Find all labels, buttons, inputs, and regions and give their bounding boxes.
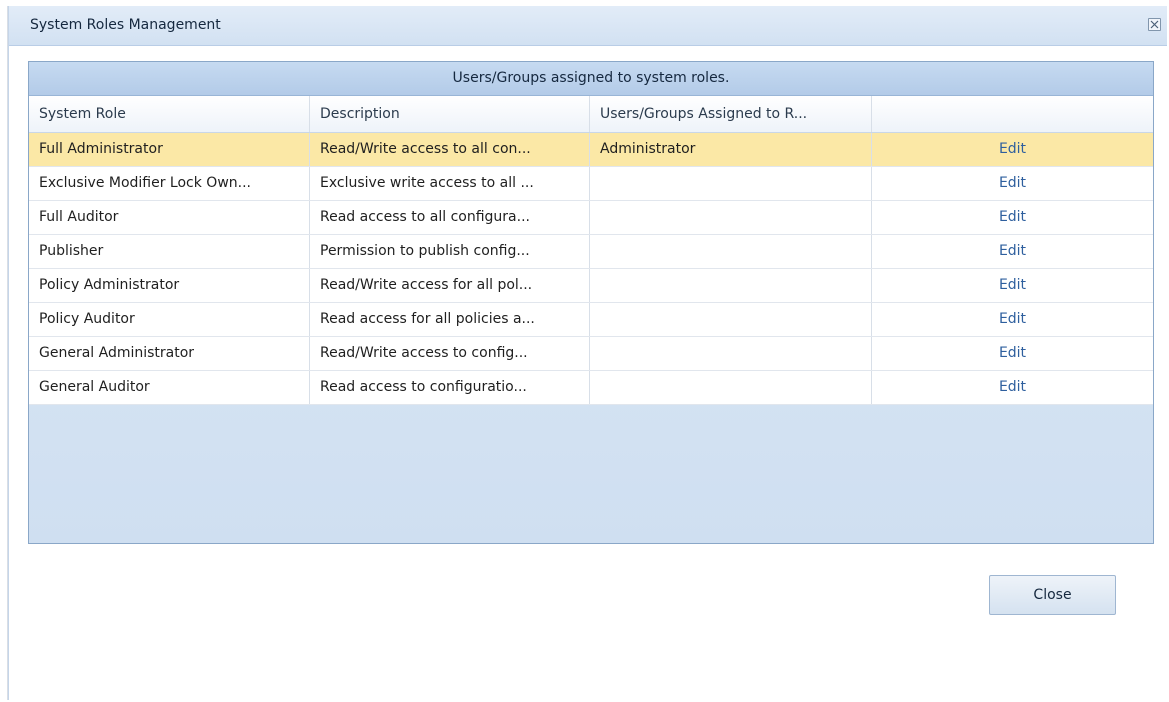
- description-cell: Read access for all policies a...: [310, 303, 590, 336]
- column-header-assigned[interactable]: Users/Groups Assigned to R...: [590, 96, 872, 132]
- edit-link[interactable]: Edit: [999, 209, 1026, 225]
- column-header-description[interactable]: Description: [310, 96, 590, 132]
- role-cell: General Auditor: [29, 371, 310, 404]
- description-cell: Read/Write access to all con...: [310, 133, 590, 166]
- action-cell: Edit: [872, 167, 1153, 200]
- table-row[interactable]: Full Auditor Read access to all configura…: [29, 201, 1153, 235]
- table-row[interactable]: Publisher Permission to publish config...…: [29, 235, 1153, 269]
- edit-link[interactable]: Edit: [999, 345, 1026, 361]
- column-header-action: [872, 96, 1153, 132]
- assigned-cell: [590, 235, 872, 268]
- action-cell: Edit: [872, 133, 1153, 166]
- grid-rows: Full Administrator Read/Write access to a…: [29, 133, 1153, 405]
- table-row[interactable]: Policy Auditor Read access for all polici…: [29, 303, 1153, 337]
- action-cell: Edit: [872, 303, 1153, 336]
- table-row[interactable]: Full Administrator Read/Write access to a…: [29, 133, 1153, 167]
- description-cell: Read/Write access to config...: [310, 337, 590, 370]
- description-cell: Exclusive write access to all ...: [310, 167, 590, 200]
- grid-caption: Users/Groups assigned to system roles.: [29, 62, 1153, 96]
- description-cell: Permission to publish config...: [310, 235, 590, 268]
- table-row[interactable]: Policy Administrator Read/Write access fo…: [29, 269, 1153, 303]
- role-cell: General Administrator: [29, 337, 310, 370]
- edit-link[interactable]: Edit: [999, 379, 1026, 395]
- column-header-system-role[interactable]: System Role: [29, 96, 310, 132]
- assigned-cell: [590, 201, 872, 234]
- assigned-cell: Administrator: [590, 133, 872, 166]
- dialog-title: System Roles Management: [30, 17, 221, 33]
- assigned-cell: [590, 337, 872, 370]
- grid-header-row: System Role Description Users/Groups Ass…: [29, 96, 1153, 133]
- assigned-cell: [590, 269, 872, 302]
- description-cell: Read access to configuratio...: [310, 371, 590, 404]
- grid-body: System Role Description Users/Groups Ass…: [29, 96, 1153, 405]
- close-button[interactable]: Close: [989, 575, 1116, 615]
- assigned-cell: [590, 167, 872, 200]
- assigned-cell: [590, 303, 872, 336]
- action-cell: Edit: [872, 235, 1153, 268]
- role-cell: Policy Auditor: [29, 303, 310, 336]
- system-roles-dialog: System Roles Management Users/Groups ass…: [8, 6, 1167, 700]
- edit-link[interactable]: Edit: [999, 311, 1026, 327]
- role-cell: Publisher: [29, 235, 310, 268]
- edit-link[interactable]: Edit: [999, 243, 1026, 259]
- table-row[interactable]: General Auditor Read access to configurat…: [29, 371, 1153, 405]
- description-cell: Read access to all configura...: [310, 201, 590, 234]
- dialog-titlebar: System Roles Management: [9, 6, 1167, 46]
- edit-link[interactable]: Edit: [999, 175, 1026, 191]
- edit-link[interactable]: Edit: [999, 277, 1026, 293]
- role-cell: Full Auditor: [29, 201, 310, 234]
- role-cell: Exclusive Modifier Lock Own...: [29, 167, 310, 200]
- action-cell: Edit: [872, 269, 1153, 302]
- action-cell: Edit: [872, 201, 1153, 234]
- description-cell: Read/Write access for all pol...: [310, 269, 590, 302]
- action-cell: Edit: [872, 371, 1153, 404]
- close-icon[interactable]: [1148, 18, 1161, 31]
- edit-link[interactable]: Edit: [999, 141, 1026, 157]
- roles-grid: Users/Groups assigned to system roles. S…: [28, 61, 1154, 544]
- role-cell: Full Administrator: [29, 133, 310, 166]
- assigned-cell: [590, 371, 872, 404]
- table-row[interactable]: Exclusive Modifier Lock Own... Exclusive …: [29, 167, 1153, 201]
- role-cell: Policy Administrator: [29, 269, 310, 302]
- table-row[interactable]: General Administrator Read/Write access t…: [29, 337, 1153, 371]
- action-cell: Edit: [872, 337, 1153, 370]
